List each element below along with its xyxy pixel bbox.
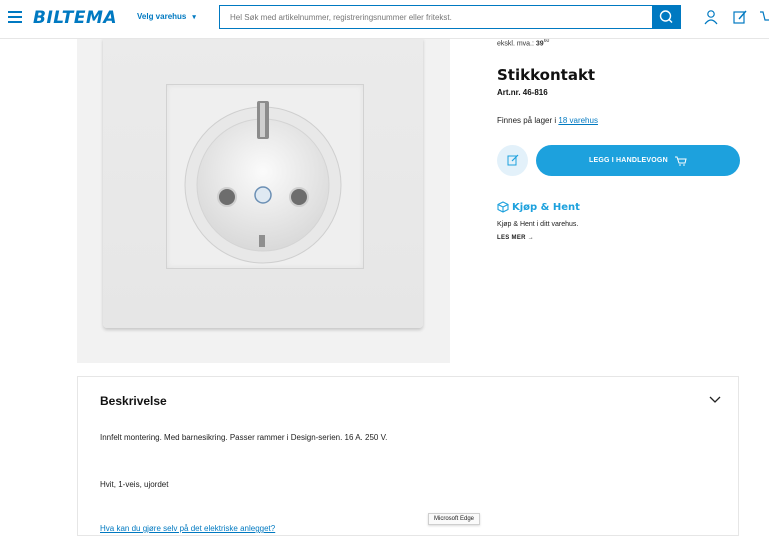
price: ekskl. mva.: 3960 [497,38,549,47]
kjop-hent-text: Kjøp & Hent i ditt varehus. [497,221,579,228]
description-spec: Hvit, 1-veis, ujordet [100,480,169,489]
chevron-down-icon[interactable] [709,396,721,404]
search-input[interactable] [220,6,660,28]
description-text: Innfelt montering. Med barnesikring. Pas… [100,433,388,442]
store-select[interactable]: Velg varehus ▾ [137,12,196,21]
kjop-hent-title: Kjøp & Hent [497,201,580,213]
note-button[interactable] [497,145,528,176]
stock-info: Finnes på lager i 18 varehus [497,116,598,125]
cart-icon [675,156,687,166]
site-header: BILTEMA Velg varehus ▾ [0,0,769,39]
stock-text: Finnes på lager i [497,116,559,125]
add-to-cart-label: LEGG I HANDLEVOGN [588,157,668,164]
user-icon[interactable] [703,9,719,25]
chevron-down-icon: ▾ [192,14,196,21]
store-select-label: Velg varehus [137,12,187,21]
price-label: ekskl. mva.: [497,40,536,48]
box-icon [497,201,509,213]
cart-icon[interactable] [760,9,769,25]
article-number: Art.nr. 46-816 [497,88,548,97]
socket-illustration [184,101,342,264]
price-value: 39 [535,40,544,48]
search-button[interactable] [652,5,681,29]
search-icon [659,10,673,23]
menu-icon[interactable] [8,11,22,23]
search-box [219,5,660,29]
edit-icon[interactable] [732,9,748,25]
kjop-hent-label: Kjøp & Hent [512,202,580,213]
edit-icon [507,154,519,166]
biltema-logo[interactable]: BILTEMA [33,8,117,28]
add-to-cart-button[interactable]: LEGG I HANDLEVOGN [536,145,740,176]
tooltip: Microsoft Edge [428,513,481,525]
description-panel: Beskrivelse Innfelt montering. Med barne… [77,376,739,536]
arrow-right-icon: → [527,235,535,241]
electrical-info-link[interactable]: Hva kan du gjøre selv på det elektriske … [100,524,275,533]
stock-link[interactable]: 18 varehus [558,116,598,125]
read-more-label: LES MER [497,235,526,241]
product-title: Stikkontakt [497,66,596,84]
socket-frame [166,84,364,269]
description-heading[interactable]: Beskrivelse [100,394,167,408]
read-more-link[interactable]: LES MER → [497,235,534,241]
